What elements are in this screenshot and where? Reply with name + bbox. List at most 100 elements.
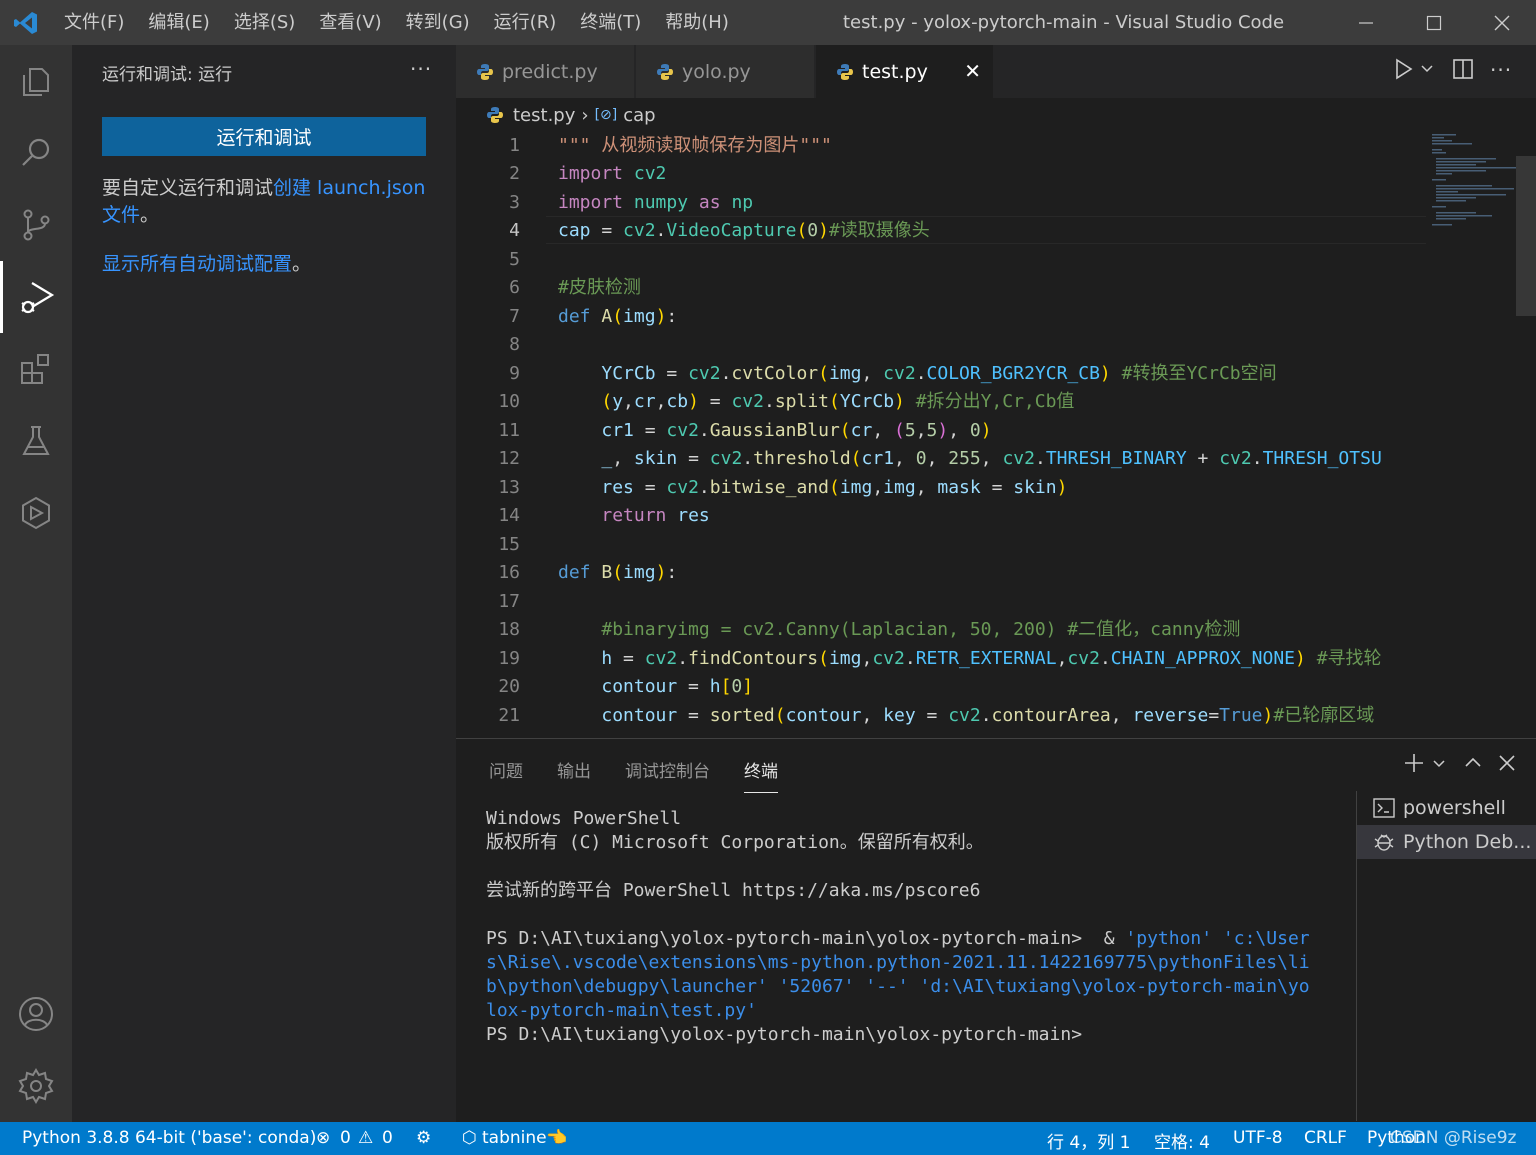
editor-more-actions-icon[interactable]: ··· [1490,58,1512,82]
debug-icon[interactable]: ⚙ [416,1128,431,1148]
warning-count[interactable]: 0 [382,1128,393,1148]
code-editor[interactable]: 1 """ 从视频读取帧保存为图片""" 2 import cv2 3 import … [456,132,1536,738]
line-number: 19 [498,648,520,669]
tab-label: test.py [862,60,928,83]
create-launch-json-link-cont[interactable]: 文件 [102,204,140,226]
python-file-icon [657,63,673,80]
tab-test-py[interactable]: test.py ✕ [816,45,994,98]
code-line: 9 YCrCb = cv2.cvtColor(img, cv2.COLOR_BG… [456,360,1536,388]
menu-terminal[interactable]: 终端(T) [568,0,653,45]
bottom-panel: 问题 输出 调试控制台 终端 Windows PowerShell 版权所有 (C… [456,738,1536,1122]
line-number: 20 [498,676,520,697]
tab-yolo-py[interactable]: yolo.py [636,45,815,98]
line-number: 10 [498,391,520,412]
extensions-icon[interactable] [0,333,72,405]
line-number: 18 [498,619,520,640]
minimap[interactable] [1426,132,1516,738]
split-editor-icon[interactable] [1452,58,1474,85]
terminal-line: s\Rise\.vscode\extensions\ms-python.pyth… [486,952,1310,973]
terminal-item-python-debug[interactable]: Python Deb... [1357,825,1536,859]
line-code: _, skin = cv2.threshold(cr1, 0, 255, cv2… [601,448,1382,469]
code-line: 10 (y,cr,cb) = cv2.split(YCrCb) #拆分出Y,Cr… [456,388,1536,416]
tab-debug-console[interactable]: 调试控制台 [625,757,710,793]
line-code: """ 从视频读取帧保存为图片""" [558,135,832,156]
encoding[interactable]: UTF-8 [1233,1128,1283,1148]
create-launch-json-link[interactable]: 创建 launch.json [273,177,425,199]
menu-bar: 文件(F) 编辑(E) 选择(S) 查看(V) 转到(G) 运行(R) 终端(T… [52,0,741,45]
warning-icon[interactable]: ⚠ [358,1128,373,1148]
source-control-icon[interactable] [0,189,72,261]
minimize-icon[interactable] [1332,0,1400,45]
menu-file[interactable]: 文件(F) [52,0,136,45]
menu-help[interactable]: 帮助(H) [653,0,741,45]
breadcrumb: test.py › [⊘] cap [456,98,1536,132]
new-terminal-icon[interactable] [1404,753,1424,779]
terminal-line: 尝试新的跨平台 PowerShell https://aka.ms/pscore… [486,880,981,901]
line-code: YCrCb = cv2.cvtColor(img, cv2.COLOR_BGR2… [601,363,1277,384]
vscode-logo-icon [0,0,52,45]
tab-terminal[interactable]: 终端 [744,757,778,793]
tabnine-status[interactable]: tabnine [482,1128,547,1148]
code-line: 21 contour = sorted(contour, key = cv2.c… [456,702,1536,730]
line-number: 21 [498,705,520,726]
show-all-config-link[interactable]: 显示所有自动调试配置 [102,253,292,275]
line-number: 2 [509,163,520,184]
line-code: h = cv2.findContours(img,cv2.RETR_EXTERN… [601,648,1382,669]
menu-go[interactable]: 转到(G) [394,0,482,45]
terminal-item-label: powershell [1403,797,1506,819]
explorer-icon[interactable] [0,45,72,117]
error-count[interactable]: 0 [340,1128,351,1148]
code-line: 7 def A(img): [456,303,1536,331]
terminal-line: b\python\debugpy\launcher' '52067' '--' … [486,976,1310,997]
terminal-line: PS D:\AI\tuxiang\yolox-pytorch-main\yolo… [486,1024,1083,1045]
terminal-output[interactable]: Windows PowerShell 版权所有 (C) Microsoft Cor… [486,807,1326,1047]
search-icon[interactable] [0,117,72,189]
menu-run[interactable]: 运行(R) [482,0,569,45]
tab-label: yolo.py [682,60,751,83]
line-number: 17 [498,591,520,612]
hand-pointer-icon: 👈 [546,1128,568,1148]
scrollbar-thumb[interactable] [1516,156,1536,316]
maximize-icon[interactable] [1400,0,1468,45]
end-of-line[interactable]: CRLF [1304,1128,1347,1148]
close-window-icon[interactable] [1468,0,1536,45]
settings-gear-icon[interactable] [0,1050,72,1122]
line-code: import cv2 [558,163,667,184]
editor-scrollbar[interactable] [1516,132,1536,738]
maximize-panel-icon[interactable] [1464,753,1482,779]
breadcrumb-file[interactable]: test.py [513,105,575,126]
run-file-icon[interactable] [1394,58,1414,85]
line-code: import numpy as np [558,192,754,213]
terminal-item-powershell[interactable]: powershell [1357,791,1536,825]
more-actions-icon[interactable]: ··· [410,57,432,81]
line-code: #binaryimg = cv2.Canny(Laplacian, 50, 20… [601,619,1241,640]
terminal-line: 版权所有 (C) Microsoft Corporation。保留所有权利。 [486,832,984,853]
breadcrumb-separator-icon: › [581,104,589,126]
close-panel-icon[interactable] [1498,753,1516,779]
account-icon[interactable] [0,978,72,1050]
close-tab-icon[interactable]: ✕ [964,59,981,83]
tab-output[interactable]: 输出 [557,757,591,793]
tab-problems[interactable]: 问题 [489,757,523,793]
status-bar: Python 3.8.8 64-bit ('base': conda) ⊗ 0 … [0,1122,1536,1155]
cursor-position[interactable]: 行 4，列 1 [1047,1128,1130,1153]
line-code: (y,cr,cb) = cv2.split(YCrCb) #拆分出Y,Cr,Cb… [601,391,1075,412]
run-and-debug-button[interactable]: 运行和调试 [102,117,426,156]
run-debug-icon[interactable] [0,261,72,333]
show-all-config-suffix: 。 [292,253,312,275]
indentation[interactable]: 空格: 4 [1154,1128,1210,1153]
tab-predict-py[interactable]: predict.py [456,45,635,98]
code-line: 12 _, skin = cv2.threshold(cr1, 0, 255, … [456,445,1536,473]
menu-edit[interactable]: 编辑(E) [136,0,221,45]
breadcrumb-symbol[interactable]: cap [623,105,655,126]
python-interpreter[interactable]: Python 3.8.8 64-bit ('base': conda) [22,1128,316,1148]
terminal-dropdown-chevron-icon[interactable] [1432,753,1446,779]
run-dropdown-chevron-icon[interactable] [1420,58,1434,85]
line-number: 8 [509,334,520,355]
menu-selection[interactable]: 选择(S) [222,0,307,45]
testing-icon[interactable] [0,405,72,477]
terminal-list: powershell Python Deb... [1356,791,1536,1121]
remote-explorer-icon[interactable] [0,477,72,549]
errors-icon[interactable]: ⊗ [316,1128,330,1148]
menu-view[interactable]: 查看(V) [307,0,393,45]
